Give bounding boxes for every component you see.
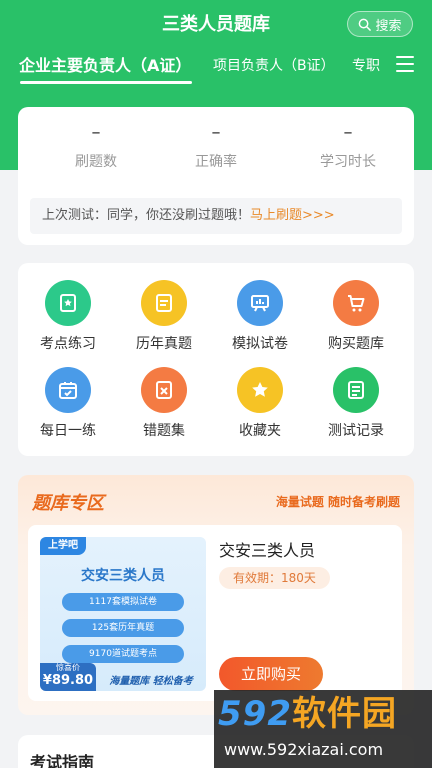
tab-b-cert[interactable]: 项目负责人（B证） <box>213 54 335 78</box>
stat-accuracy: – 正确率 <box>156 119 276 171</box>
last-test-banner: 上次测试：同学，你还没刷过题哦！马上刷题>>> <box>30 198 402 234</box>
start-practice-link[interactable]: 马上刷题>>> <box>250 208 335 223</box>
grid-label: 错题集 <box>143 423 185 439</box>
grid-item-favorites[interactable]: 收藏夹 <box>212 367 308 440</box>
calendar-check-icon <box>45 367 91 413</box>
stat-label: 刷题数 <box>75 154 117 170</box>
grid-label: 模拟试卷 <box>232 336 288 352</box>
question-bank-zone: 题库专区 海量试题 随时备考刷题 上学吧 交安三类人员 1117套模拟试卷 12… <box>18 475 414 715</box>
document-icon <box>141 280 187 326</box>
grid-item-mock-exam[interactable]: 模拟试卷 <box>212 280 308 353</box>
cover-slogan: 海量题库 轻松备考 <box>109 676 193 687</box>
grid-item-buy-bank[interactable]: 购买题库 <box>308 280 404 353</box>
product-name: 交安三类人员 <box>219 541 316 560</box>
product-cover: 上学吧 交安三类人员 1117套模拟试卷 125套历年真题 9170道试题考点 … <box>40 537 206 691</box>
grid-label: 每日一练 <box>40 423 96 439</box>
validity-badge: 有效期：180天 <box>219 567 330 589</box>
grid-label: 历年真题 <box>136 336 192 352</box>
brand-logo: 上学吧 <box>40 537 86 555</box>
cover-feature-pill: 125套历年真题 <box>62 619 184 637</box>
last-test-text: 上次测试：同学，你还没刷过题哦！ <box>42 208 251 223</box>
cert-tabs: 企业主要负责人（A证） 项目负责人（B证） 专职 <box>0 54 432 84</box>
grid-item-past-exams[interactable]: 历年真题 <box>116 280 212 353</box>
grid-item-topic-practice[interactable]: 考点练习 <box>20 280 116 353</box>
stat-value: – <box>91 122 101 143</box>
product-card[interactable]: 上学吧 交安三类人员 1117套模拟试卷 125套历年真题 9170道试题考点 … <box>28 525 402 701</box>
tab-a-cert[interactable]: 企业主要负责人（A证） <box>19 54 191 78</box>
watermark-number: 592 <box>218 694 292 734</box>
grid-label: 测试记录 <box>328 423 384 439</box>
cart-icon <box>333 280 379 326</box>
watermark-url: www.592xiazai.com <box>224 740 384 759</box>
grid-item-daily-practice[interactable]: 每日一练 <box>20 367 116 440</box>
price-label: 惊喜价 <box>56 663 80 672</box>
buy-now-button[interactable]: 立即购买 <box>219 657 323 691</box>
stat-value: – <box>211 122 221 143</box>
cover-feature-pill: 1117套模拟试卷 <box>62 593 184 611</box>
stat-questions: – 刷题数 <box>36 119 156 171</box>
grid-item-wrong-questions[interactable]: 错题集 <box>116 367 212 440</box>
search-label: 搜索 <box>375 18 402 34</box>
stat-value: – <box>343 122 353 143</box>
cover-title: 交安三类人员 <box>81 568 165 584</box>
active-tab-indicator <box>20 81 192 84</box>
watermark-brand: 软件园 <box>291 694 397 734</box>
stats-card: – 刷题数 – 正确率 – 学习时长 上次测试：同学，你还没刷过题哦！马上刷题>… <box>18 107 414 245</box>
menu-icon[interactable] <box>396 56 414 74</box>
grid-item-test-records[interactable]: 测试记录 <box>308 367 404 440</box>
tab-c-cert[interactable]: 专职 <box>352 54 380 78</box>
chart-board-icon <box>237 280 283 326</box>
watermark-logo: 592软件园 <box>218 694 397 734</box>
stat-label: 正确率 <box>195 154 237 170</box>
site-watermark: 592软件园 www.592xiazai.com <box>214 690 432 768</box>
feature-grid: 考点练习 历年真题 模拟试卷 购买题库 每日一练 错题集 收藏夹 测试记录 <box>18 263 414 456</box>
record-icon <box>333 367 379 413</box>
zone-title: 题库专区 <box>32 493 104 514</box>
cover-feature-pill: 9170道试题考点 <box>62 645 184 663</box>
zone-slogan: 海量试题 随时备考刷题 <box>275 495 400 509</box>
star-book-icon <box>45 280 91 326</box>
grid-label: 收藏夹 <box>239 423 281 439</box>
grid-label: 购买题库 <box>328 336 384 352</box>
price-value: ¥89.80 <box>42 673 94 688</box>
search-icon <box>359 18 372 31</box>
grid-label: 考点练习 <box>40 336 96 352</box>
guide-title: 考试指南 <box>30 753 95 768</box>
star-icon <box>237 367 283 413</box>
search-button[interactable]: 搜索 <box>347 11 413 37</box>
cover-price-tag: 惊喜价 ¥89.80 <box>40 663 96 691</box>
stat-study-time: – 学习时长 <box>288 119 408 171</box>
wrong-doc-icon <box>141 367 187 413</box>
stat-label: 学习时长 <box>320 154 376 170</box>
